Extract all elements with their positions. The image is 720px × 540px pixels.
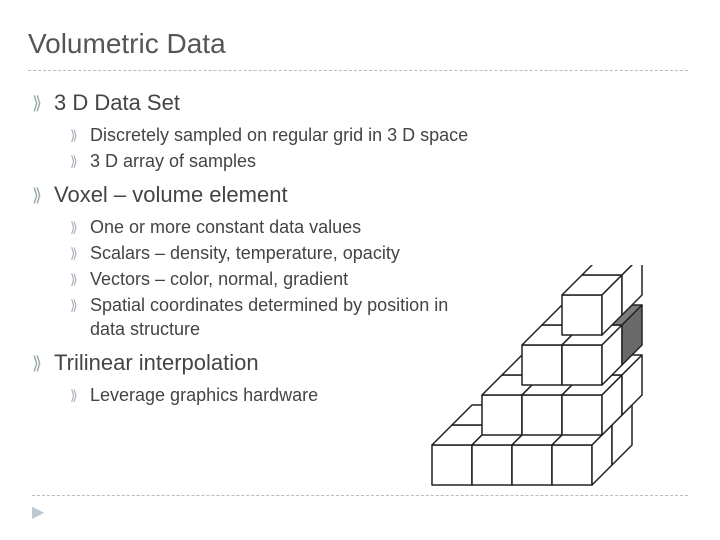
bullet-row: ⟫ Voxel – volume element: [32, 181, 688, 209]
list-item: ⟫ 3 D array of samples: [70, 149, 688, 173]
content-area: ⟫ 3 D Data Set ⟫ Discretely sampled on r…: [28, 89, 688, 407]
sub-list: ⟫ Discretely sampled on regular grid in …: [32, 123, 688, 173]
chevron-icon: ⟫: [70, 383, 90, 407]
footer-divider: [32, 495, 688, 496]
sub-bullet-text: Leverage graphics hardware: [90, 383, 318, 407]
slide-title: Volumetric Data: [28, 28, 688, 71]
chevron-icon: ⟫: [70, 215, 90, 239]
slide: Volumetric Data ⟫ 3 D Data Set ⟫ Discret…: [0, 0, 720, 540]
list-item: ⟫ One or more constant data values: [70, 215, 688, 239]
sub-bullet-text: Discretely sampled on regular grid in 3 …: [90, 123, 468, 147]
chevron-icon: ⟫: [70, 293, 90, 317]
sub-bullet-text: 3 D array of samples: [90, 149, 256, 173]
sub-bullet-text: Spatial coordinates determined by positi…: [90, 293, 470, 341]
voxel-cubes-icon: [422, 265, 682, 505]
list-item: ⟫ Discretely sampled on regular grid in …: [70, 123, 688, 147]
chevron-icon: ⟫: [70, 149, 90, 173]
chevron-icon: ⟫: [70, 123, 90, 147]
chevron-icon: ⟫: [70, 241, 90, 265]
bullet-text: 3 D Data Set: [54, 89, 180, 117]
list-item: ⟫ 3 D Data Set ⟫ Discretely sampled on r…: [32, 89, 688, 173]
chevron-icon: ⟫: [32, 181, 54, 209]
bullet-text: Trilinear interpolation: [54, 349, 259, 377]
voxel-figure: [422, 265, 682, 505]
sub-bullet-text: One or more constant data values: [90, 215, 361, 239]
play-icon: ▶: [32, 502, 44, 522]
chevron-icon: ⟫: [70, 267, 90, 291]
sub-bullet-text: Vectors – color, normal, gradient: [90, 267, 348, 291]
list-item: ⟫ Scalars – density, temperature, opacit…: [70, 241, 688, 265]
bullet-text: Voxel – volume element: [54, 181, 288, 209]
chevron-icon: ⟫: [32, 89, 54, 117]
bullet-row: ⟫ 3 D Data Set: [32, 89, 688, 117]
chevron-icon: ⟫: [32, 349, 54, 377]
sub-bullet-text: Scalars – density, temperature, opacity: [90, 241, 400, 265]
